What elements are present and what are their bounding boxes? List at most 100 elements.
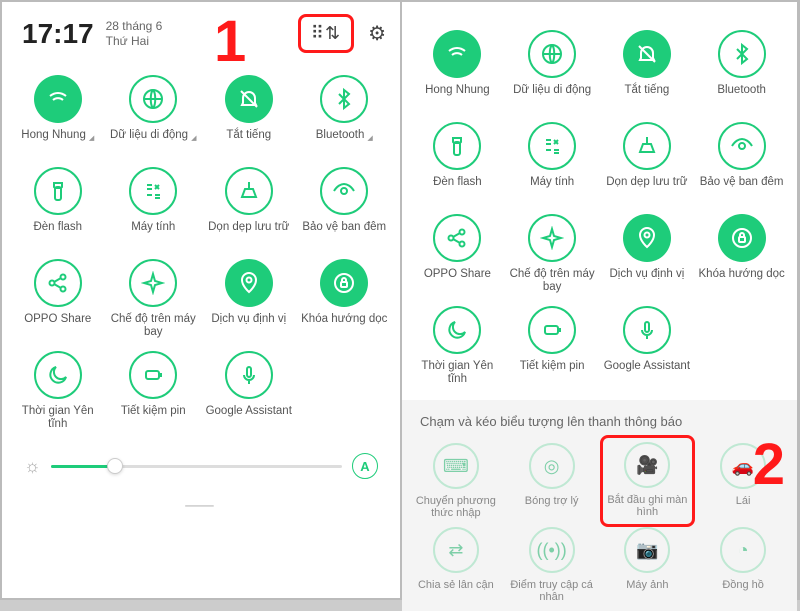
qs-tile-broom[interactable]: Dọn dẹp lưu trữ — [600, 116, 695, 208]
qs-tile-label: Bluetooth — [316, 129, 373, 155]
qs-tile-mic[interactable]: Google Assistant — [600, 300, 695, 392]
qs-tile-label: Khóa hướng dọc — [699, 268, 785, 294]
qs-tile-label: OPPO Share — [424, 268, 491, 294]
globe-icon — [129, 75, 177, 123]
available-tile-label: Bắt đầu ghi màn hình — [605, 494, 691, 518]
qs-tile-label: Thời gian Yên tĩnh — [412, 360, 503, 386]
qs-tile-mic[interactable]: Google Assistant — [201, 345, 297, 437]
qs-tile-bluetooth[interactable]: Bluetooth — [297, 69, 393, 161]
clock-icon: ◔ — [720, 527, 766, 573]
edit-tiles-button[interactable]: ⠿⇅ — [298, 14, 354, 53]
qs-tile-label: Chế độ trên máy bay — [108, 313, 200, 339]
auto-brightness-toggle[interactable]: A — [352, 453, 378, 479]
moon-icon — [433, 306, 481, 354]
qs-tile-label: Chế độ trên máy bay — [507, 268, 598, 294]
brightness-slider[interactable] — [51, 465, 343, 468]
flashlight-icon — [433, 122, 481, 170]
bluetooth-icon — [718, 30, 766, 78]
available-tile-video[interactable]: 🎥 Bắt đầu ghi màn hình — [600, 435, 696, 527]
qs-tile-label: Đèn flash — [33, 221, 82, 247]
qs-tile-label: Google Assistant — [206, 405, 292, 431]
qs-tile-battery[interactable]: Tiết kiệm pin — [505, 300, 600, 392]
qs-tile-label: Tiết kiệm pin — [520, 360, 585, 386]
qs-tile-plane[interactable]: Chế độ trên máy bay — [505, 208, 600, 300]
qs-tile-label: Dọn dẹp lưu trữ — [606, 176, 687, 202]
qs-tile-wifi[interactable]: Hong Nhung — [410, 24, 505, 116]
available-tile-camera[interactable]: 📷 Máy ảnh — [600, 523, 696, 607]
qs-tile-moon[interactable]: Thời gian Yên tĩnh — [10, 345, 106, 437]
annotation-1: 1 — [214, 8, 246, 75]
qs-tile-broom[interactable]: Dọn dẹp lưu trữ — [201, 161, 297, 253]
drag-handle[interactable]: ⸺ — [2, 487, 400, 521]
brightness-icon: ☼ — [24, 456, 41, 477]
available-tiles-section: Chạm và kéo biểu tượng lên thanh thông b… — [402, 400, 797, 611]
qs-tile-calc[interactable]: Máy tính — [505, 116, 600, 208]
bluetooth-icon — [320, 75, 368, 123]
qs-tile-globe[interactable]: Dữ liệu di động — [106, 69, 202, 161]
qs-tile-plane[interactable]: Chế độ trên máy bay — [106, 253, 202, 345]
qs-tile-label: Tắt tiếng — [625, 84, 670, 110]
available-tile-hotspot[interactable]: ((•))Điểm truy cập cá nhân — [504, 523, 600, 607]
qs-tile-wifi[interactable]: Hong Nhung — [10, 69, 106, 161]
plane-icon — [528, 214, 576, 262]
qs-tile-lock-rotate[interactable]: Khóa hướng dọc — [297, 253, 393, 345]
qs-tile-label: Đèn flash — [433, 176, 482, 202]
qs-tile-flashlight[interactable]: Đèn flash — [410, 116, 505, 208]
available-tile-label: Máy ảnh — [626, 579, 668, 603]
eye-icon — [320, 167, 368, 215]
location-icon — [225, 259, 273, 307]
dna-icon: ⇄ — [433, 527, 479, 573]
calc-icon — [528, 122, 576, 170]
qs-tile-label: Google Assistant — [604, 360, 690, 386]
qs-tile-label: Dịch vụ định vị — [609, 268, 684, 294]
qs-tile-bell-off[interactable]: Tắt tiếng — [201, 69, 297, 161]
battery-icon — [528, 306, 576, 354]
clock-time: 17:17 — [22, 18, 94, 50]
location-icon — [623, 214, 671, 262]
quick-settings-panel-step2: Hong Nhung Dữ liệu di động Tắt tiếng Blueto… — [402, 2, 797, 598]
broom-icon — [225, 167, 273, 215]
qs-tile-label: Dữ liệu di động — [110, 129, 196, 155]
available-tiles-grid: ⌨Chuyển phương thức nhập◎Bóng trợ lý 🎥 Bắt… — [402, 439, 797, 607]
qs-tile-share[interactable]: OPPO Share — [10, 253, 106, 345]
available-tile-label: Đồng hồ — [722, 579, 764, 603]
qs-tile-moon[interactable]: Thời gian Yên tĩnh — [410, 300, 505, 392]
video-icon: 🎥 — [624, 442, 670, 488]
battery-icon — [129, 351, 177, 399]
available-tile-keyboard[interactable]: ⌨Chuyển phương thức nhập — [408, 439, 504, 523]
qs-tile-battery[interactable]: Tiết kiệm pin — [106, 345, 202, 437]
qs-tile-eye[interactable]: Bảo vệ ban đêm — [694, 116, 789, 208]
keyboard-icon: ⌨ — [433, 443, 479, 489]
qs-tile-eye[interactable]: Bảo vệ ban đêm — [297, 161, 393, 253]
calc-icon — [129, 167, 177, 215]
qs-tile-label: Bảo vệ ban đêm — [302, 221, 386, 247]
qs-tile-flashlight[interactable]: Đèn flash — [10, 161, 106, 253]
available-tile-circle-dot[interactable]: ◎Bóng trợ lý — [504, 439, 600, 523]
available-tile-dna[interactable]: ⇄Chia sẻ lân cận — [408, 523, 504, 607]
qs-tile-bell-off[interactable]: Tắt tiếng — [600, 24, 695, 116]
camera-icon: 📷 — [624, 527, 670, 573]
qs-tile-location[interactable]: Dịch vụ định vị — [201, 253, 297, 345]
qs-tile-label: Khóa hướng dọc — [301, 313, 387, 339]
qs-tile-share[interactable]: OPPO Share — [410, 208, 505, 300]
circle-dot-icon: ◎ — [529, 443, 575, 489]
qs-tile-label: Tiết kiệm pin — [121, 405, 186, 431]
qs-tile-location[interactable]: Dịch vụ định vị — [600, 208, 695, 300]
flashlight-icon — [34, 167, 82, 215]
qs-tile-bluetooth[interactable]: Bluetooth — [694, 24, 789, 116]
qs-tile-label: Bluetooth — [717, 84, 766, 110]
brightness-thumb[interactable] — [107, 458, 123, 474]
available-tile-clock[interactable]: ◔ Đồng hồ — [695, 523, 791, 607]
qs-tile-label: Máy tính — [131, 221, 175, 247]
qs-tile-label: Thời gian Yên tĩnh — [12, 405, 104, 431]
settings-gear-icon[interactable]: ⚙ — [368, 21, 386, 46]
qs-tile-lock-rotate[interactable]: Khóa hướng dọc — [694, 208, 789, 300]
wifi-icon — [433, 30, 481, 78]
eye-icon — [718, 122, 766, 170]
qs-tile-globe[interactable]: Dữ liệu di động — [505, 24, 600, 116]
wifi-icon — [34, 75, 82, 123]
qs-tile-calc[interactable]: Máy tính — [106, 161, 202, 253]
qs-tile-label: Hong Nhung — [21, 129, 94, 155]
moon-icon — [34, 351, 82, 399]
qs-tile-label: Hong Nhung — [425, 84, 490, 110]
